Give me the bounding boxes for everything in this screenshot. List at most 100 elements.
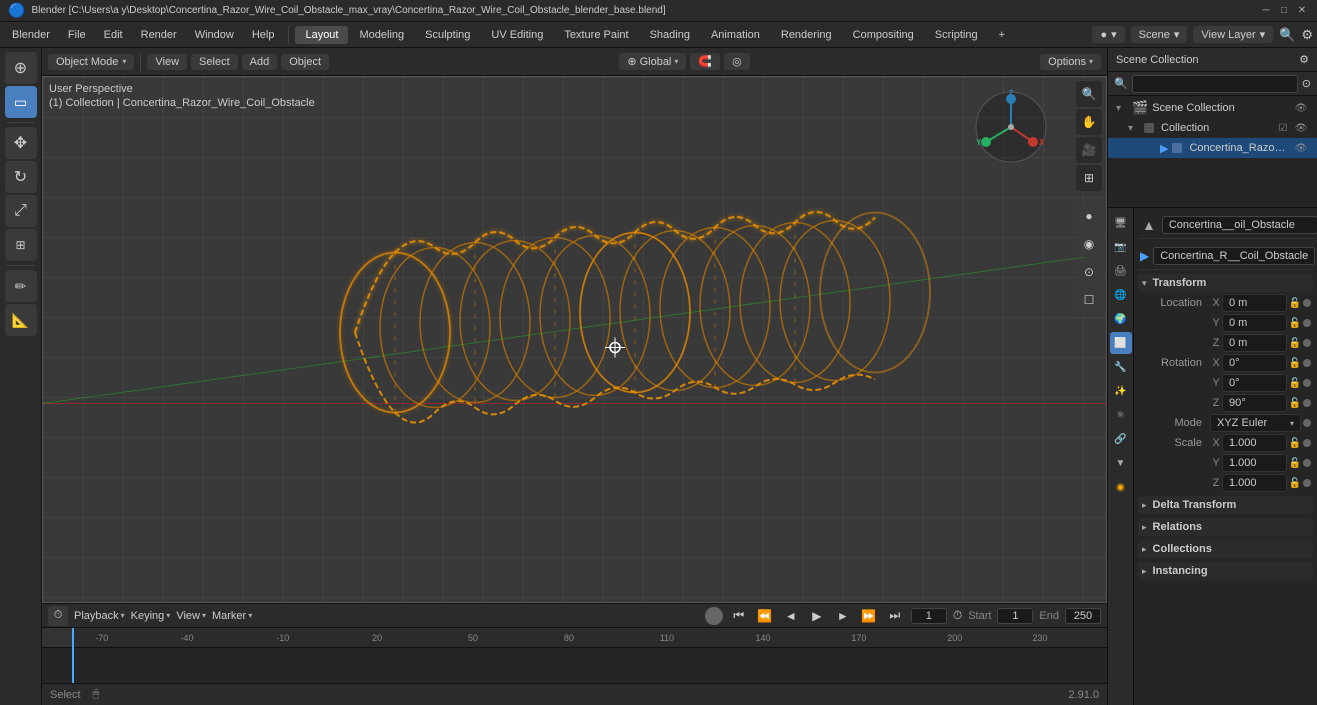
object-data-name-input[interactable]: Concertina_R__Coil_Obstacle (1153, 247, 1315, 265)
prop-tab-constraints[interactable]: 🔗 (1110, 428, 1132, 450)
rotate-tool[interactable]: ↻ (5, 161, 37, 193)
location-y-input[interactable]: 0 m (1222, 314, 1287, 332)
viewport-shading-material[interactable]: ● (1076, 203, 1102, 229)
jump-start-button[interactable]: ⏮ (729, 606, 749, 626)
rotation-z-input[interactable]: 90° (1222, 394, 1287, 412)
jump-next-key-button[interactable]: ⏩ (859, 606, 879, 626)
prop-tab-render[interactable]: 📷 (1110, 236, 1132, 258)
rotation-mode-dropdown[interactable]: XYZ Euler ▾ (1210, 414, 1301, 432)
scale-y-input[interactable]: 1.000 (1222, 454, 1287, 472)
add-menu[interactable]: Add (242, 54, 278, 70)
menu-window[interactable]: Window (187, 27, 242, 43)
loc-y-dot[interactable] (1303, 319, 1311, 327)
zoom-extents-icon[interactable]: 🔍 (1076, 81, 1102, 107)
viewport-xray[interactable]: ☐ (1076, 287, 1102, 313)
mode-dot[interactable] (1303, 419, 1311, 427)
tab-texture-paint[interactable]: Texture Paint (554, 26, 638, 44)
jump-end-button[interactable]: ⏭ (885, 606, 905, 626)
scale-x-input[interactable]: 1.000 (1222, 434, 1287, 452)
loc-x-lock[interactable]: 🔓 (1289, 298, 1301, 309)
maximize-button[interactable]: □ (1277, 4, 1291, 18)
collection-expand-icon[interactable]: ▾ (1128, 123, 1140, 134)
prop-tab-data[interactable]: ▼ (1110, 452, 1132, 474)
relations-header[interactable]: ▸ Relations (1138, 518, 1313, 536)
options-button[interactable]: Options ▾ (1040, 54, 1101, 70)
menu-edit[interactable]: Edit (96, 27, 131, 43)
prop-tab-modifier[interactable]: 🔧 (1110, 356, 1132, 378)
tab-modeling[interactable]: Modeling (349, 26, 414, 44)
3d-viewport[interactable]: User Perspective (1) Collection | Concer… (42, 76, 1107, 603)
tab-uv-editing[interactable]: UV Editing (481, 26, 553, 44)
prop-tab-particles[interactable]: ✨ (1110, 380, 1132, 402)
location-x-input[interactable]: 0 m (1222, 294, 1287, 312)
marker-dropdown[interactable]: Marker ▾ (212, 610, 252, 622)
menu-render[interactable]: Render (133, 27, 185, 43)
scale-tool[interactable]: ⤢ (5, 195, 37, 227)
render-engine-selector[interactable]: ● ▾ (1092, 26, 1124, 43)
minimize-button[interactable]: ─ (1259, 4, 1273, 18)
scale-z-lock[interactable]: 🔓 (1289, 478, 1301, 489)
prop-tab-scene[interactable]: 🖥 (1110, 212, 1132, 234)
viewport-shading-rendered[interactable]: ◉ (1076, 231, 1102, 257)
scale-y-lock[interactable]: 🔓 (1289, 458, 1301, 469)
scene-collection-expand-icon[interactable]: ▾ (1116, 103, 1128, 114)
loc-y-lock[interactable]: 🔓 (1289, 318, 1301, 329)
jump-prev-key-button[interactable]: ⏪ (755, 606, 775, 626)
view-dropdown[interactable]: View ▾ (176, 610, 206, 622)
menu-blender[interactable]: Blender (4, 27, 58, 43)
scene-selector[interactable]: Scene ▾ (1131, 26, 1188, 43)
mesh-visibility-icon[interactable]: 👁 (1293, 140, 1309, 156)
collection-visibility-icon[interactable]: 👁 (1293, 120, 1309, 136)
start-frame-input[interactable] (997, 608, 1033, 624)
delta-transform-header[interactable]: ▸ Delta Transform (1138, 496, 1313, 514)
object-name-input[interactable] (1162, 216, 1317, 234)
close-button[interactable]: ✕ (1295, 4, 1309, 18)
scale-z-input[interactable]: 1.000 (1222, 474, 1287, 492)
rotation-y-input[interactable]: 0° (1222, 374, 1287, 392)
play-button[interactable]: ▶ (807, 606, 827, 626)
viewport-layout-icon[interactable]: ⊞ (1076, 165, 1102, 191)
scale-z-dot[interactable] (1303, 479, 1311, 487)
view-layer-selector[interactable]: View Layer ▾ (1193, 26, 1273, 43)
menu-help[interactable]: Help (244, 27, 283, 43)
rotation-x-input[interactable]: 0° (1222, 354, 1287, 372)
scene-collection-visibility-icon[interactable]: 👁 (1293, 100, 1309, 116)
tab-scripting[interactable]: Scripting (925, 26, 988, 44)
titlebar-controls[interactable]: ─ □ ✕ (1259, 4, 1309, 18)
tab-add[interactable]: + (989, 26, 1015, 44)
navigation-gizmo[interactable]: Z X Y (971, 87, 1051, 170)
transform-tool[interactable]: ⊞ (5, 229, 37, 261)
snap-toggle[interactable]: 🧲 (690, 53, 720, 70)
proportional-edit[interactable]: ◎ (724, 53, 750, 70)
prop-tab-output[interactable]: 🖨 (1110, 260, 1132, 282)
outliner-collection[interactable]: ▾ Collection ☑ 👁 (1108, 118, 1317, 138)
annotate-tool[interactable]: ✏ (5, 270, 37, 302)
outliner-mesh-item[interactable]: ▸ ▶ Concertina_Razor_W 👁 (1108, 138, 1317, 158)
tab-sculpting[interactable]: Sculpting (415, 26, 480, 44)
transform-orientation[interactable]: ⊕ Global ▾ (619, 53, 686, 70)
camera-icon[interactable]: 🎥 (1076, 137, 1102, 163)
scale-y-dot[interactable] (1303, 459, 1311, 467)
rot-z-dot[interactable] (1303, 399, 1311, 407)
loc-z-lock[interactable]: 🔓 (1289, 338, 1301, 349)
filter-icon[interactable]: ⚙ (1301, 27, 1313, 43)
rot-x-lock[interactable]: 🔓 (1289, 358, 1301, 369)
instancing-header[interactable]: ▸ Instancing (1138, 562, 1313, 580)
tab-animation[interactable]: Animation (701, 26, 770, 44)
keying-dropdown[interactable]: Keying ▾ (131, 610, 171, 622)
move-tool[interactable]: ✥ (5, 127, 37, 159)
outliner-scene-collection[interactable]: ▾ 🎬 Scene Collection 👁 (1108, 98, 1317, 118)
filter-icon[interactable]: ⚙ (1299, 53, 1309, 66)
object-menu[interactable]: Object (281, 54, 329, 70)
loc-z-dot[interactable] (1303, 339, 1311, 347)
rot-y-dot[interactable] (1303, 379, 1311, 387)
playback-dropdown[interactable]: Playback ▾ (74, 610, 125, 622)
search-icon[interactable]: 🔍 (1279, 27, 1295, 43)
object-mode-dropdown[interactable]: Object Mode ▾ (48, 54, 134, 70)
tab-rendering[interactable]: Rendering (771, 26, 842, 44)
rot-x-dot[interactable] (1303, 359, 1311, 367)
current-frame-input[interactable] (911, 608, 947, 624)
step-forward-button[interactable]: ► (833, 606, 853, 626)
measure-tool[interactable]: 📐 (5, 304, 37, 336)
cursor-tool[interactable]: ⊕ (5, 52, 37, 84)
